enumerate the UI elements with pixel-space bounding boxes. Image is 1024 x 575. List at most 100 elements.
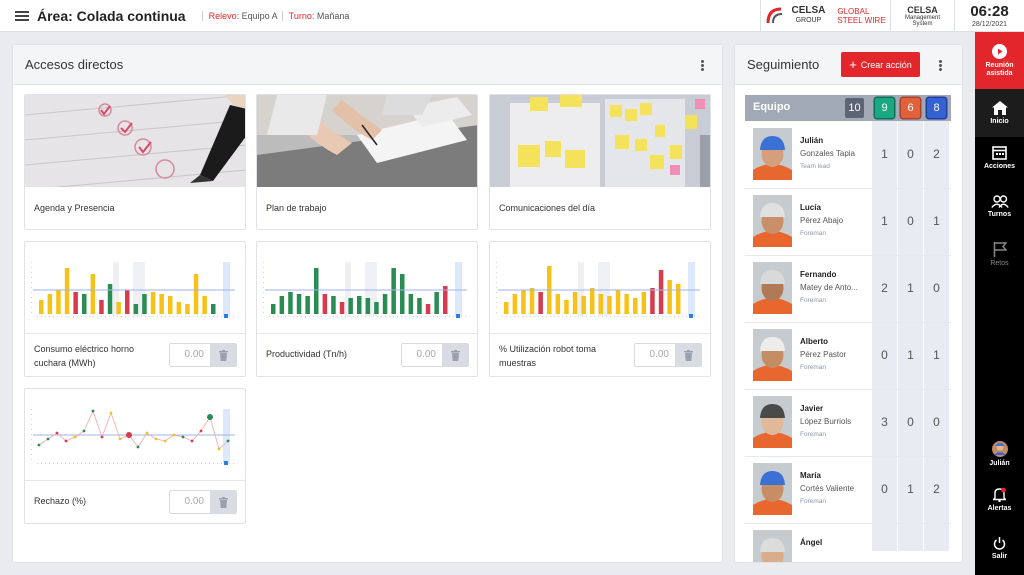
trash-icon[interactable] <box>442 344 468 366</box>
axis-dot <box>217 463 218 464</box>
count-orange[interactable]: 6 <box>901 98 920 118</box>
checklist-pen-image <box>25 95 245 187</box>
nav-turnos[interactable]: Turnos <box>975 195 1024 219</box>
kpi-card-utilizacion-robot[interactable]: % Utilización robot toma muestras 0.00 <box>489 241 711 377</box>
person-count-orange[interactable]: 1 <box>898 348 923 362</box>
agenda-label: Agenda y Presencia <box>34 203 115 213</box>
axis-dot <box>333 316 334 317</box>
bar <box>400 274 405 314</box>
person-count-green[interactable]: 1 <box>872 214 897 228</box>
axis-dot <box>31 292 32 293</box>
person-count-green[interactable]: 2 <box>872 281 897 295</box>
axis-dot <box>97 463 98 464</box>
rechazo-value-input[interactable]: 0.00 <box>169 490 237 514</box>
bar <box>159 294 164 314</box>
turno-info: Turno: Mañana <box>281 10 349 21</box>
card-agenda[interactable]: Agenda y Presencia <box>24 94 246 230</box>
person-count-green[interactable]: 1 <box>872 147 897 161</box>
nav-user[interactable]: Julián <box>975 441 1024 468</box>
bar <box>615 290 621 314</box>
data-point <box>126 432 132 438</box>
card-plan-de-trabajo[interactable]: Plan de trabajo <box>256 94 478 230</box>
person-count-green[interactable]: 3 <box>872 415 897 429</box>
kpi-card-rechazo[interactable]: Rechazo (%) 0.00 <box>24 388 246 524</box>
person-row[interactable]: Fernando Matey de Anto... Foreman 2 1 0 <box>745 256 951 323</box>
axis-dot <box>686 316 687 317</box>
axis-dot <box>321 316 322 317</box>
person-photo <box>753 195 792 247</box>
nav-retos[interactable]: Retos <box>975 242 1024 268</box>
bar <box>211 304 216 314</box>
nav-inicio[interactable]: Inicio <box>975 89 1024 137</box>
trash-icon[interactable] <box>210 491 236 513</box>
bar <box>633 298 638 314</box>
seguimiento-more-icon[interactable] <box>939 60 942 71</box>
axis-dot <box>141 316 142 317</box>
axis-dot <box>221 463 222 464</box>
count-green[interactable]: 9 <box>875 98 894 118</box>
person-row[interactable]: Julián Gonzales Tapia Team lead 1 0 2 <box>745 122 951 189</box>
count-total[interactable]: 10 <box>845 98 864 118</box>
axis-dot <box>566 316 567 317</box>
person-count-blue[interactable]: 2 <box>924 482 949 496</box>
count-blue[interactable]: 8 <box>927 98 946 118</box>
axis-dot <box>217 316 218 317</box>
kpi-card-consumo[interactable]: Consumo eléctrico horno cuchara (MWh) 0.0… <box>24 241 246 377</box>
person-count-blue[interactable]: 1 <box>924 348 949 362</box>
person-count-blue[interactable]: 2 <box>924 147 949 161</box>
person-row[interactable]: Javier López Burriols Foreman 3 0 0 <box>745 390 951 457</box>
trash-icon[interactable] <box>210 344 236 366</box>
menu-icon[interactable] <box>15 10 29 21</box>
accesos-more-icon[interactable] <box>701 60 704 71</box>
person-count-orange[interactable]: 0 <box>898 147 923 161</box>
axis-dot <box>77 316 78 317</box>
person-count-green[interactable]: 0 <box>872 482 897 496</box>
person-row[interactable]: Alberto Pérez Pastor Foreman 0 1 1 <box>745 323 951 390</box>
card-comunicaciones[interactable]: Comunicaciones del día <box>489 94 711 230</box>
person-role: Team lead <box>800 163 830 170</box>
bar <box>56 290 61 314</box>
axis-dot <box>49 463 50 464</box>
axis-dot <box>229 316 230 317</box>
person-count-blue[interactable]: 1 <box>924 214 949 228</box>
axis-dot <box>157 316 158 317</box>
person-count-orange[interactable]: 1 <box>898 281 923 295</box>
axis-dot <box>125 463 126 464</box>
axis-dot <box>65 316 66 317</box>
plan-photo <box>257 95 477 187</box>
bar <box>82 294 87 314</box>
axis-dot <box>349 316 350 317</box>
trash-icon[interactable] <box>675 344 701 366</box>
nav-acciones[interactable]: Acciones <box>975 145 1024 171</box>
kpi-card-productividad[interactable]: Productividad (Tn/h) 0.00 <box>256 241 478 377</box>
axis-dot <box>590 316 591 317</box>
person-row[interactable]: Ángel <box>745 524 951 562</box>
axis-dot <box>89 316 90 317</box>
consumo-value-input[interactable]: 0.00 <box>169 343 237 367</box>
axis-dot <box>277 316 278 317</box>
person-count-green[interactable]: 0 <box>872 348 897 362</box>
clock-time: 06:28 <box>970 3 1009 20</box>
person-count-orange[interactable]: 0 <box>898 214 923 228</box>
nav-alertas[interactable]: Alertas <box>975 487 1024 513</box>
axis-dot <box>121 316 122 317</box>
productividad-value-input[interactable]: 0.00 <box>401 343 469 367</box>
person-row[interactable]: María Cortés Valiente Foreman 0 1 2 <box>745 457 951 524</box>
data-point <box>172 433 176 437</box>
nav-reunion-asistida[interactable]: Reunión asistida <box>975 32 1024 89</box>
person-count-orange[interactable]: 1 <box>898 482 923 496</box>
crear-accion-button[interactable]: + Crear acción <box>841 52 920 77</box>
axis-dot <box>263 287 264 288</box>
nav-salir[interactable]: Salir <box>975 537 1024 561</box>
person-count-blue[interactable]: 0 <box>924 281 949 295</box>
axis-dot <box>666 316 667 317</box>
person-count-blue[interactable]: 0 <box>924 415 949 429</box>
bar <box>538 292 543 314</box>
axis-dot <box>137 316 138 317</box>
person-count-orange[interactable]: 0 <box>898 415 923 429</box>
axis-dot <box>550 316 551 317</box>
axis-dot <box>502 316 503 317</box>
axis-dot <box>31 429 32 430</box>
person-row[interactable]: Lucía Pérez Abajo Foreman 1 0 1 <box>745 189 951 256</box>
utilizacion-value-input[interactable]: 0.00 <box>634 343 702 367</box>
